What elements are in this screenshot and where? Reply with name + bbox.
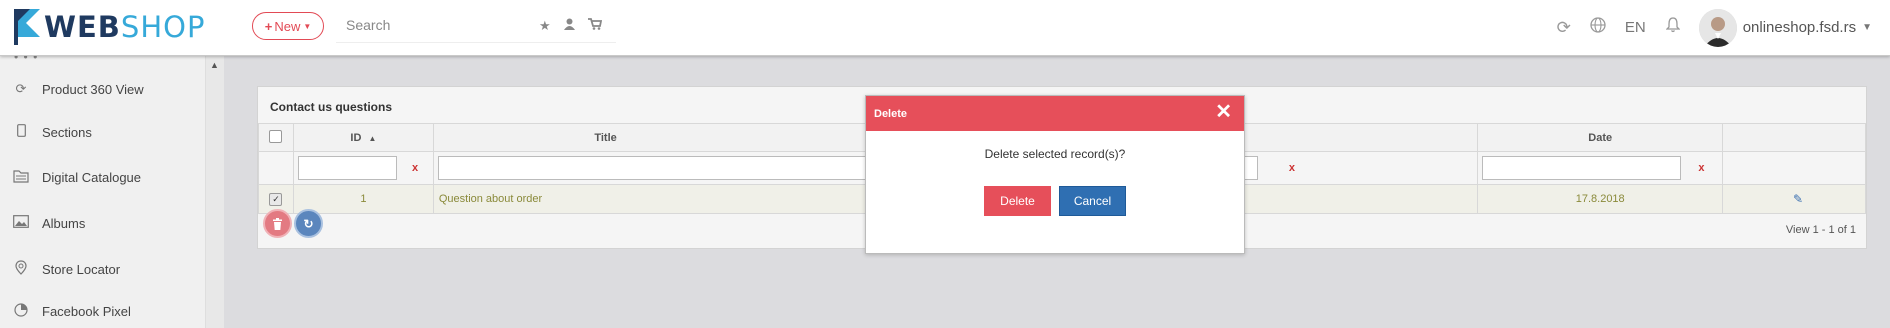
flag-logo-icon (14, 9, 40, 45)
refresh-icon: ↻ (303, 216, 314, 231)
column-header-date-label: Date (1588, 131, 1613, 144)
sidebar-item-facebook-pixel[interactable]: Facebook Pixel (10, 300, 131, 322)
select-all-checkbox[interactable] (269, 129, 283, 143)
sidebar-item-sections[interactable]: Sections (10, 121, 92, 143)
select-all-cell (258, 123, 294, 152)
filter-input-id[interactable] (297, 156, 397, 180)
logo-text-web: WEB (44, 10, 121, 44)
scroll-up-icon[interactable]: ▲ (210, 60, 219, 70)
user-icon[interactable] (563, 18, 575, 34)
pie-chart-icon (10, 302, 32, 320)
star-icon[interactable]: ★ (539, 18, 551, 34)
catalogue-icon (10, 169, 32, 186)
refresh-icon: ⟳ (15, 81, 27, 96)
dialog-header: Delete ✕ (866, 96, 1244, 131)
edit-pencil-icon[interactable]: ✎ (1793, 192, 1803, 206)
sidebar-item-label: Store Locator (42, 261, 121, 277)
row-id: 1 (292, 184, 434, 214)
mobile-icon (10, 124, 32, 140)
filter-empty-cell (258, 151, 294, 185)
user-name[interactable]: onlineshop.fsd.rs (1743, 19, 1856, 36)
image-icon (10, 215, 32, 231)
search-input[interactable] (336, 12, 546, 38)
logo-text-shop: SHOP (120, 10, 206, 44)
row-checkbox[interactable]: ✓ (269, 192, 283, 206)
dialog-title: Delete (874, 107, 908, 120)
sidebar-item-label: Albums (42, 215, 86, 231)
actions-header-cell (1722, 123, 1866, 152)
filter-clear-date[interactable]: x (1698, 162, 1704, 174)
confirm-delete-button[interactable]: Delete (984, 186, 1051, 216)
filter-cell-id: x (292, 151, 434, 185)
sidebar-item-albums[interactable]: Albums (10, 212, 85, 234)
delete-records-button[interactable] (263, 209, 292, 238)
sidebar-item-label: Digital Catalogue (42, 169, 142, 185)
filter-input-date[interactable] (1482, 156, 1682, 180)
dialog-message: Delete selected record(s)? (984, 147, 1126, 161)
filter-clear-title[interactable]: x (1289, 162, 1295, 174)
caret-down-icon[interactable]: ▼ (1862, 22, 1872, 33)
new-button[interactable]: + New ▼ (252, 12, 324, 40)
sidebar-scrollbar[interactable]: ▲ (205, 56, 224, 328)
globe-icon[interactable] (1590, 17, 1606, 38)
row-date: 17.8.2018 (1477, 184, 1724, 214)
sidebar: • • • ⟳ Product 360 View Sections Digita… (0, 50, 205, 328)
column-header-id[interactable]: ID ▲ (292, 123, 434, 152)
sidebar-item-product-360-view[interactable]: ⟳ Product 360 View (10, 78, 144, 100)
sidebar-item-label: Facebook Pixel (42, 303, 131, 319)
avatar[interactable] (1698, 8, 1737, 47)
language-selector[interactable]: EN (1625, 19, 1646, 36)
sidebar-item-store-locator[interactable]: Store Locator (10, 258, 120, 280)
sync-icon[interactable]: ⟳ (1557, 18, 1571, 38)
sidebar-item-label: Product 360 View (42, 81, 144, 97)
panel-title: Contact us questions (270, 100, 393, 114)
refresh-grid-button[interactable]: ↻ (294, 209, 323, 238)
delete-confirm-dialog: Delete ✕ Delete selected record(s)? Dele… (865, 95, 1245, 254)
column-header-title-label: Title (594, 131, 617, 144)
new-button-label: New (274, 18, 301, 34)
trash-icon (273, 217, 282, 230)
column-header-date[interactable]: Date (1477, 123, 1724, 152)
cancel-button[interactable]: Cancel (1059, 186, 1126, 216)
filter-cell-date: x (1477, 151, 1724, 185)
close-icon[interactable]: ✕ (1215, 102, 1232, 122)
filter-empty-cell (1722, 151, 1866, 185)
column-header-id-label: ID (350, 131, 362, 144)
filter-clear-id[interactable]: x (412, 162, 418, 174)
sidebar-item-digital-catalogue[interactable]: Digital Catalogue (10, 166, 141, 188)
search-box: ★ (336, 12, 616, 43)
plus-icon: + (264, 18, 273, 34)
bell-icon[interactable] (1665, 17, 1681, 38)
cart-icon[interactable] (587, 18, 602, 34)
row-actions-cell: ✎ (1722, 184, 1866, 214)
pagination-info: View 1 - 1 of 1 (1785, 224, 1856, 236)
chevron-down-icon: ▼ (303, 21, 312, 31)
top-bar: WEBSHOP + New ▼ ★ ⟳ EN onlineshop.fsd (0, 0, 1890, 56)
webshop-logo[interactable]: WEBSHOP (12, 6, 205, 48)
sort-icon[interactable]: ▲ (368, 134, 376, 143)
map-icon (10, 260, 32, 278)
sidebar-item-label: Sections (42, 124, 92, 140)
